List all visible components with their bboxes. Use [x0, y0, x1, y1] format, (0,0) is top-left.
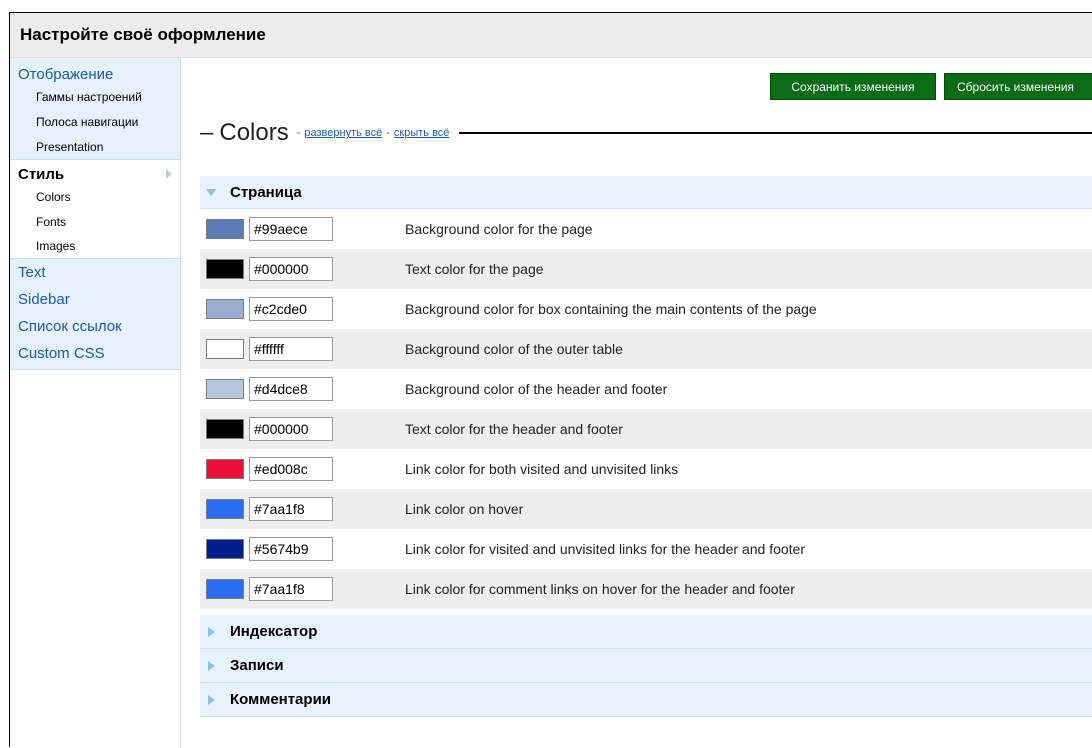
- color-description: Link color for both visited and unvisite…: [405, 461, 679, 477]
- color-row: #000000 Text color for the header and fo…: [200, 409, 1092, 449]
- sidebar-item-mood-themes[interactable]: Гаммы настроений: [10, 84, 180, 109]
- color-swatch[interactable]: [206, 339, 244, 359]
- color-row: #ed008c Link color for both visited and …: [200, 449, 1092, 489]
- save-button[interactable]: Сохранить изменения: [770, 73, 936, 100]
- section-comments-label: Комментарии: [230, 691, 332, 708]
- sidebar-item-display[interactable]: Отображение: [10, 58, 180, 84]
- color-swatch[interactable]: [206, 539, 244, 559]
- sidebar-item-presentation[interactable]: Presentation: [10, 134, 180, 159]
- color-swatch[interactable]: [206, 419, 244, 439]
- expanded-arrow-icon: [206, 188, 216, 196]
- color-row: #000000 Text color for the page: [200, 249, 1092, 289]
- reset-button[interactable]: Сбросить изменения: [944, 73, 1092, 100]
- legend-dash: –: [200, 119, 214, 146]
- sidebar-item-images[interactable]: Images: [10, 234, 180, 258]
- color-description: Link color on hover: [405, 501, 524, 517]
- legend-separator: -: [386, 127, 390, 139]
- legend-rule: [459, 132, 1092, 134]
- customize-panel: Настройте своё оформление Отображение Га…: [9, 12, 1092, 748]
- sidebar-group-display: Отображение Гаммы настроений Полоса нави…: [10, 58, 180, 160]
- hex-color-input[interactable]: #7aa1f8: [249, 577, 333, 601]
- arrow-right-icon: [166, 169, 172, 179]
- color-row: #c2cde0 Background color for box contain…: [200, 289, 1092, 329]
- section-entries-header[interactable]: Записи: [200, 649, 1092, 683]
- expand-all-link[interactable]: развернуть всё: [304, 127, 382, 139]
- section-comments-header[interactable]: Комментарии: [200, 683, 1092, 717]
- section-entries-label: Записи: [230, 657, 284, 674]
- color-swatch[interactable]: [206, 219, 244, 239]
- color-swatch[interactable]: [206, 379, 244, 399]
- sidebar-item-link-list[interactable]: Список ссылок: [10, 313, 180, 340]
- hex-color-input[interactable]: #ed008c: [249, 457, 333, 481]
- hex-color-input[interactable]: #000000: [249, 257, 333, 281]
- color-row: #d4dce8 Background color of the header a…: [200, 369, 1092, 409]
- section-indexer-header[interactable]: Индексатор: [200, 615, 1092, 649]
- sidebar-item-sidebar[interactable]: Sidebar: [10, 286, 180, 313]
- color-row: #ffffff Background color of the outer ta…: [200, 329, 1092, 369]
- hex-color-input[interactable]: #99aece: [249, 217, 333, 241]
- colors-fieldset-legend: – Colors - развернуть всё - скрыть всё: [200, 118, 1092, 148]
- sidebar-group-style: Стиль Colors Fonts Images: [10, 160, 180, 259]
- legend-title: Colors: [219, 119, 289, 146]
- section-indexer-label: Индексатор: [230, 623, 318, 640]
- sidebar-item-custom-css[interactable]: Custom CSS: [10, 340, 180, 367]
- color-swatch[interactable]: [206, 299, 244, 319]
- page-title: Настройте своё оформление: [10, 13, 1092, 58]
- color-swatch[interactable]: [206, 499, 244, 519]
- hex-color-input[interactable]: #ffffff: [249, 337, 333, 361]
- hex-color-input[interactable]: #000000: [249, 417, 333, 441]
- color-row: #7aa1f8 Link color on hover: [200, 489, 1092, 529]
- color-description: Background color of the outer table: [405, 341, 623, 357]
- sidebar-item-fonts[interactable]: Fonts: [10, 209, 180, 234]
- color-description: Link color for visited and unvisited lin…: [405, 541, 806, 557]
- color-swatch[interactable]: [206, 259, 244, 279]
- color-description: Background color for box containing the …: [405, 301, 817, 317]
- legend-separator: -: [296, 127, 301, 139]
- hex-color-input[interactable]: #d4dce8: [249, 377, 333, 401]
- hex-color-input[interactable]: #5674b9: [249, 537, 333, 561]
- color-description: Background color of the header and foote…: [405, 381, 668, 397]
- sidebar-item-colors[interactable]: Colors: [10, 184, 180, 209]
- collapsed-arrow-icon: [208, 694, 215, 705]
- collapse-all-link[interactable]: скрыть всё: [394, 127, 450, 139]
- color-row: #99aece Background color for the page: [200, 209, 1092, 249]
- color-description: Text color for the header and footer: [405, 421, 623, 437]
- sidebar-item-nav-strip[interactable]: Полоса навигации: [10, 109, 180, 134]
- color-row: #5674b9 Link color for visited and unvis…: [200, 529, 1092, 569]
- color-description: Text color for the page: [405, 261, 544, 277]
- color-description: Link color for comment links on hover fo…: [405, 581, 795, 597]
- collapsed-arrow-icon: [208, 626, 215, 637]
- collapsed-arrow-icon: [208, 660, 215, 671]
- sidebar-item-style[interactable]: Стиль: [10, 160, 180, 184]
- hex-color-input[interactable]: #c2cde0: [249, 297, 333, 321]
- sidebar: Отображение Гаммы настроений Полоса нави…: [10, 58, 181, 748]
- section-page-label: Страница: [230, 183, 302, 201]
- sidebar-item-text[interactable]: Text: [10, 259, 180, 286]
- color-description: Background color for the page: [405, 221, 593, 237]
- section-page-header[interactable]: Страница: [200, 176, 1092, 209]
- color-row: #7aa1f8 Link color for comment links on …: [200, 569, 1092, 609]
- hex-color-input[interactable]: #7aa1f8: [249, 497, 333, 521]
- main-content: Сохранить изменения Сбросить изменения –…: [182, 58, 1092, 748]
- sidebar-item-style-label: Стиль: [18, 165, 65, 183]
- color-swatch[interactable]: [206, 579, 244, 599]
- color-swatch[interactable]: [206, 459, 244, 479]
- sidebar-group-other: Text Sidebar Список ссылок Custom CSS: [10, 259, 180, 370]
